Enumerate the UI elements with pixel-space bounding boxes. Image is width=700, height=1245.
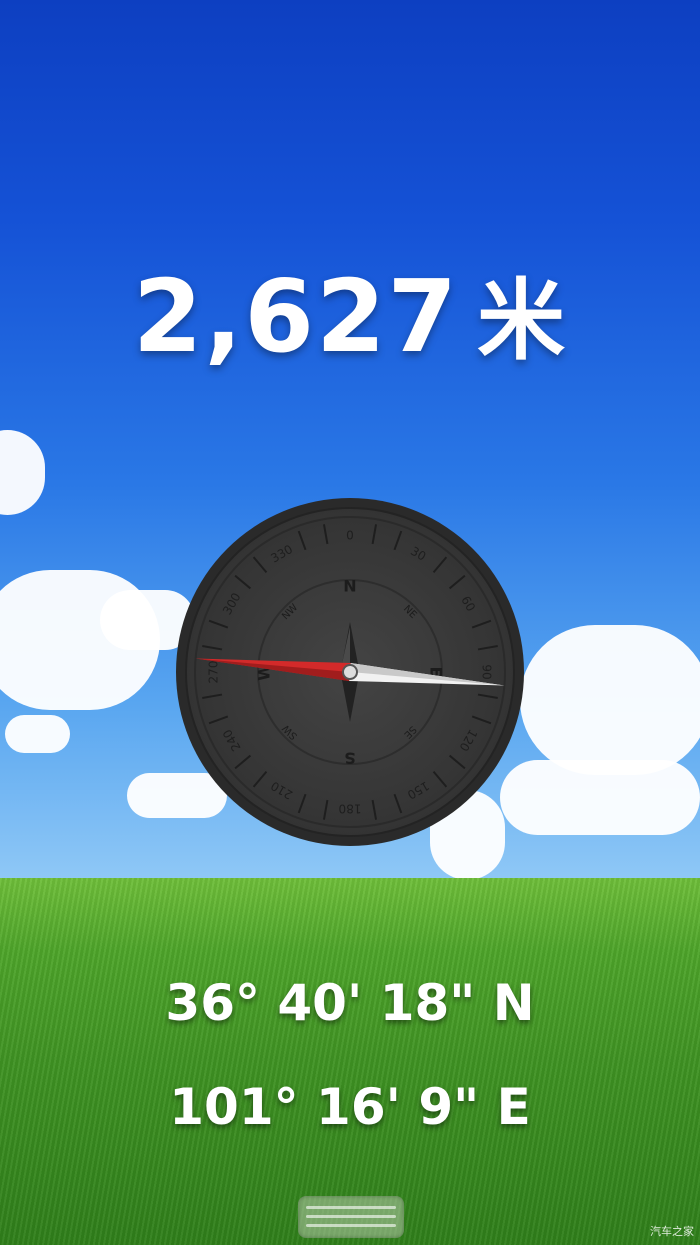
- compass-degree-label: 180: [339, 802, 362, 816]
- compass-cardinal-label: S: [344, 749, 356, 768]
- cloud: [5, 715, 70, 753]
- needle-pivot: [342, 664, 358, 680]
- compass-cardinal-label: N: [343, 577, 356, 596]
- compass-degree-label: 270: [207, 661, 221, 684]
- cloud: [500, 760, 700, 835]
- handle-line: [306, 1215, 396, 1218]
- compass-degree-label: 90: [480, 664, 494, 679]
- longitude-readout: 101° 16' 9" E: [169, 1078, 531, 1136]
- altitude-readout: 2,627 米: [0, 250, 700, 377]
- cloud: [520, 625, 700, 775]
- altitude-value: 2,627: [132, 258, 460, 375]
- handle-line: [306, 1224, 396, 1227]
- altitude-unit: 米: [477, 269, 568, 372]
- watermark: 汽车之家: [650, 1225, 694, 1238]
- compass-degree-label: 0: [346, 529, 354, 543]
- drawer-handle[interactable]: [298, 1196, 404, 1238]
- grass-background: [0, 878, 700, 1245]
- latitude-readout: 36° 40' 18" N: [165, 974, 535, 1032]
- grass-texture: [0, 878, 700, 1245]
- handle-line: [306, 1206, 396, 1209]
- compass-dial: 0306090120150180210240270300330 NESWNESE…: [176, 498, 524, 846]
- cloud: [0, 430, 45, 515]
